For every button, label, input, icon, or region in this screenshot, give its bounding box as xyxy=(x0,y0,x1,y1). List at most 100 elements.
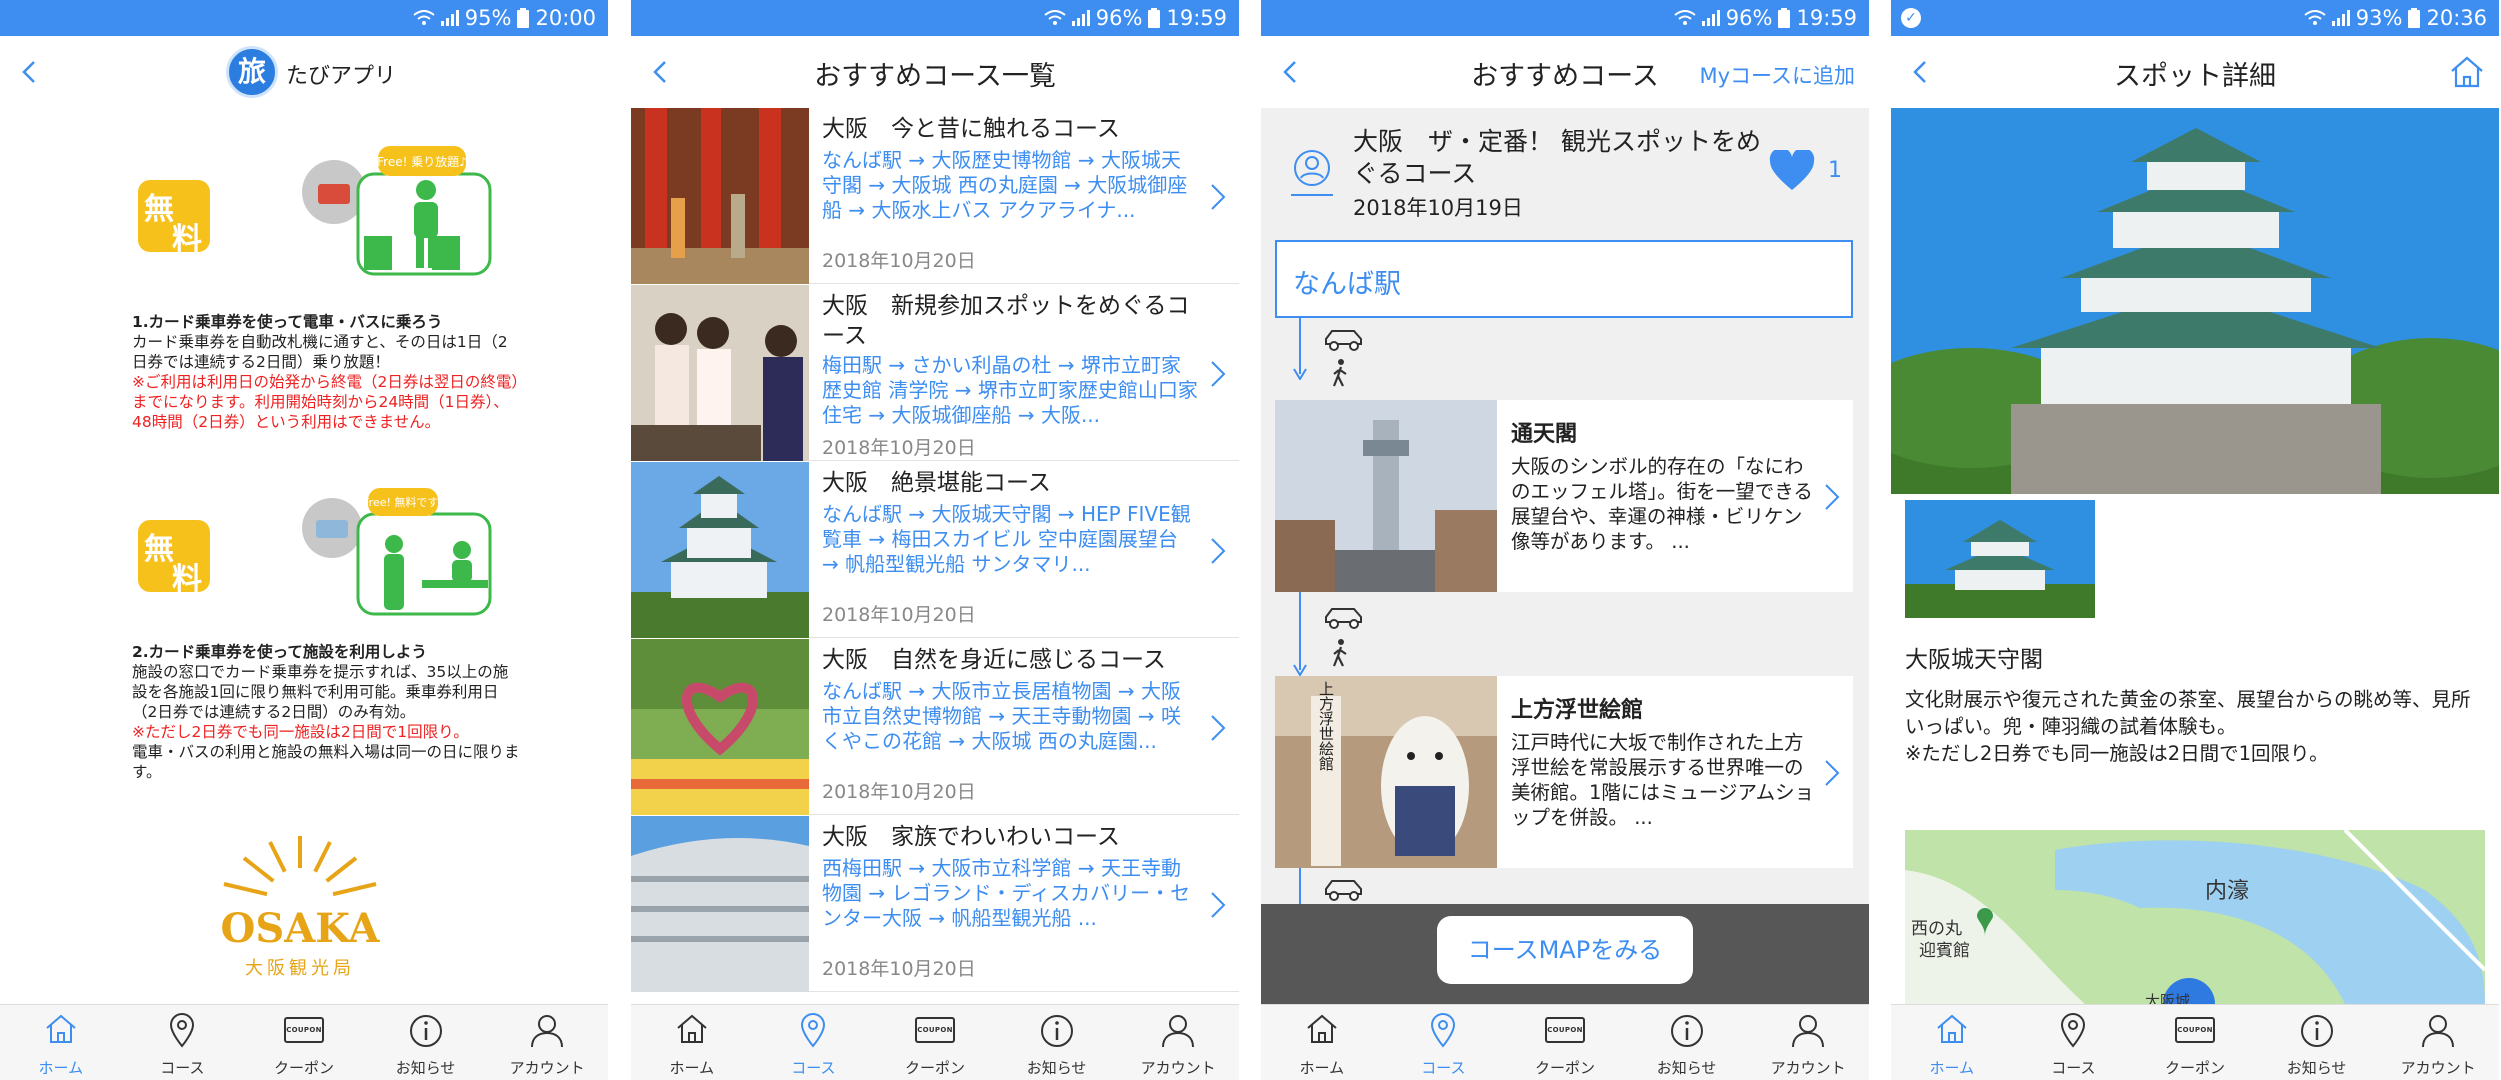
spot-card[interactable]: 通天閣 大阪のシンボル的存在の「なにわのエッフェル塔」。街を一望できる展望台や、… xyxy=(1275,400,1853,592)
pin-icon xyxy=(2061,1013,2086,1048)
guide-2-body2: 電車・バスの利用と施設の無料入場は同一の日に限ります。 xyxy=(132,743,520,781)
info-icon xyxy=(1670,1015,1703,1047)
wifi-icon xyxy=(1044,10,1066,25)
spot-name: 通天閣 xyxy=(1511,422,1578,447)
spot-description: 大阪のシンボル的存在の「なにわのエッフェル塔」。街を一望できる展望台や、幸運の神… xyxy=(1511,455,1813,553)
map-label-place2: 迎賓館 xyxy=(1919,941,1970,961)
course-thumbnail xyxy=(631,462,809,638)
nav-news[interactable]: お知らせ xyxy=(996,1005,1118,1080)
course-title: 大阪 今と昔に触れるコース xyxy=(822,116,1120,142)
course-date: 2018年10月19日 xyxy=(1353,196,1523,220)
nav-news-label: お知らせ xyxy=(2286,1059,2347,1077)
spot-name: 上方浮世絵館 xyxy=(1511,698,1644,723)
spot-thumbnail[interactable] xyxy=(1905,500,2095,618)
add-to-my-course-button[interactable]: Myコースに追加 xyxy=(1700,60,1856,90)
course-list-item[interactable]: 大阪 自然を身近に感じるコース なんば駅 → 大阪市立長居植物園 → 大阪市立自… xyxy=(631,639,1239,815)
nav-course[interactable]: コース xyxy=(2013,1005,2135,1080)
home-icon[interactable] xyxy=(2449,54,2485,90)
guide-section-1: 1.カード乗車券を使って電車・バスに乗ろう カード乗車券を自動改札機に通すと、そ… xyxy=(132,312,522,432)
spot-map[interactable]: 内濠 西の丸 迎賓館 大阪城 xyxy=(1905,830,2485,1004)
signal-icon xyxy=(440,10,459,26)
nav-course-label: コース xyxy=(2051,1059,2096,1077)
signal-icon xyxy=(1071,10,1090,26)
course-list-item[interactable]: 大阪 絶景堪能コース なんば駅 → 大阪城天守閣 → HEP FIVE観覧車 →… xyxy=(631,462,1239,638)
pin-icon xyxy=(801,1013,826,1048)
home-icon xyxy=(1307,1014,1337,1043)
coupon-icon: COUPON xyxy=(1544,1017,1585,1043)
nav-news[interactable]: お知らせ xyxy=(2256,1005,2378,1080)
nav-coupon[interactable]: COUPON クーポン xyxy=(243,1005,365,1080)
map-label-place1: 西の丸 xyxy=(1911,919,1962,939)
back-chevron-icon[interactable] xyxy=(14,56,46,88)
course-route: 西梅田駅 → 大阪市立科学館 → 天王寺動物園 → レゴランド・ディスカバリー・… xyxy=(822,856,1191,930)
nav-news-label: お知らせ xyxy=(1656,1059,1717,1077)
coupon-icon: COUPON xyxy=(2174,1017,2215,1043)
wifi-icon xyxy=(2304,10,2326,25)
guide-1-title: 1.カード乗車券を使って電車・バスに乗ろう xyxy=(132,313,443,331)
spot-description: 江戸時代に大坂で制作された上方浮世絵を常設展示する世界唯一の美術館。1階にはミュ… xyxy=(1511,731,1815,829)
nav-course[interactable]: コース xyxy=(753,1005,875,1080)
home-icon xyxy=(46,1014,76,1043)
wifi-icon xyxy=(413,10,435,25)
nav-coupon-label: クーポン xyxy=(1534,1059,1595,1077)
chevron-right-icon xyxy=(1211,538,1226,564)
heart-icon[interactable] xyxy=(1769,150,1815,192)
pin-icon xyxy=(170,1013,195,1048)
route-line xyxy=(1299,592,1301,670)
nav-home-label: ホーム xyxy=(1929,1059,1975,1077)
nav-account[interactable]: アカウント xyxy=(1117,1005,1239,1080)
nav-home[interactable]: ホーム xyxy=(631,1005,753,1080)
battery-percent: 93% xyxy=(2355,6,2403,30)
nav-coupon[interactable]: COUPON クーポン xyxy=(2134,1005,2256,1080)
bottom-nav: ホーム コース COUPON クーポン お知らせ アカウント xyxy=(631,1004,1239,1080)
person-icon xyxy=(1792,1015,1825,1048)
nav-account[interactable]: アカウント xyxy=(1747,1005,1869,1080)
bottom-nav: ホーム コース COUPON クーポン お知らせ アカウント xyxy=(0,1004,608,1080)
nav-account[interactable]: アカウント xyxy=(2377,1005,2499,1080)
illust2-tag: Free! 無料です! xyxy=(363,495,443,509)
osaka-logo-sub: 大阪観光局 xyxy=(245,958,355,979)
nav-home[interactable]: ホーム xyxy=(1261,1005,1383,1080)
coupon-icon: COUPON xyxy=(283,1017,324,1043)
nav-course[interactable]: コース xyxy=(1383,1005,1505,1080)
nav-home[interactable]: ホーム xyxy=(0,1005,122,1080)
nav-home[interactable]: ホーム xyxy=(1891,1005,2013,1080)
spot-card[interactable]: 上方浮世絵館 上方浮世絵館 江戸時代に大坂で制作された上方浮世絵を常設展示する世… xyxy=(1275,676,1853,868)
nav-news[interactable]: お知らせ xyxy=(1626,1005,1748,1080)
course-title: 大阪 新規参加スポットをめぐるコース xyxy=(822,293,1190,349)
spot-image xyxy=(1275,400,1497,592)
spot-description-text: 文化財展示や復元された黄金の茶室、展望台からの眺め等、見所いっぱい。兜・陣羽織の… xyxy=(1905,688,2471,738)
like-count: 1 xyxy=(1828,158,1842,183)
course-route: なんば駅 → 大阪城天守閣 → HEP FIVE観覧車 → 梅田スカイビル 空中… xyxy=(822,502,1191,576)
spot-name: 大阪城天守閣 xyxy=(1905,647,2043,673)
status-bar: 96% 19:59 xyxy=(631,0,1239,36)
course-list-item[interactable]: 大阪 家族でわいわいコース 西梅田駅 → 大阪市立科学館 → 天王寺動物園 → … xyxy=(631,816,1239,992)
app-logo: 旅 xyxy=(226,46,278,98)
course-list-item[interactable]: 大阪 今と昔に触れるコース なんば駅 → 大阪歴史博物館 → 大阪城天守閣 → … xyxy=(631,108,1239,284)
app-header: おすすめコース Myコースに追加 xyxy=(1261,36,1869,108)
page-title: おすすめコース一覧 xyxy=(814,61,1056,92)
nav-account[interactable]: アカウント xyxy=(486,1005,608,1080)
course-list-item[interactable]: 大阪 新規参加スポットをめぐるコース 梅田駅 → さかい利晶の杜 → 堺市立町家… xyxy=(631,285,1239,461)
nav-coupon-label: クーポン xyxy=(904,1059,965,1077)
nav-coupon[interactable]: COUPON クーポン xyxy=(1504,1005,1626,1080)
course-header: 大阪 ザ・定番！ 観光スポットをめぐるコース 2018年10月19日 1 xyxy=(1261,108,1869,230)
course-title: 大阪 自然を身近に感じるコース xyxy=(822,647,1166,673)
nav-course[interactable]: コース xyxy=(122,1005,244,1080)
bottom-nav: ホーム コース COUPON クーポン お知らせ アカウント xyxy=(1891,1004,2499,1080)
bottom-nav: ホーム コース COUPON クーポン お知らせ アカウント xyxy=(1261,1004,1869,1080)
course-map-button[interactable]: コースMAPをみる xyxy=(1437,916,1693,984)
course-thumbnail xyxy=(631,639,809,815)
nav-news[interactable]: お知らせ xyxy=(365,1005,487,1080)
nav-coupon-label: クーポン xyxy=(2164,1059,2225,1077)
nav-course-label: コース xyxy=(791,1059,836,1077)
nav-course-label: コース xyxy=(1421,1059,1466,1077)
person-icon xyxy=(531,1015,564,1048)
guide-1-body: カード乗車券を自動改札機に通すと、その日は1日（2日券では連続する2日間）乗り放… xyxy=(132,333,508,371)
spot-detail-screen: ✓ 93% 20:36 スポット詳細 大阪城天守閣 文化財展示や復元された黄金の xyxy=(1891,0,2499,1080)
coupon-icon: COUPON xyxy=(914,1017,955,1043)
start-station[interactable]: なんば駅 xyxy=(1275,240,1853,318)
nav-coupon[interactable]: COUPON クーポン xyxy=(874,1005,996,1080)
app-name: たびアプリ xyxy=(286,64,397,89)
route-line xyxy=(1299,318,1301,374)
